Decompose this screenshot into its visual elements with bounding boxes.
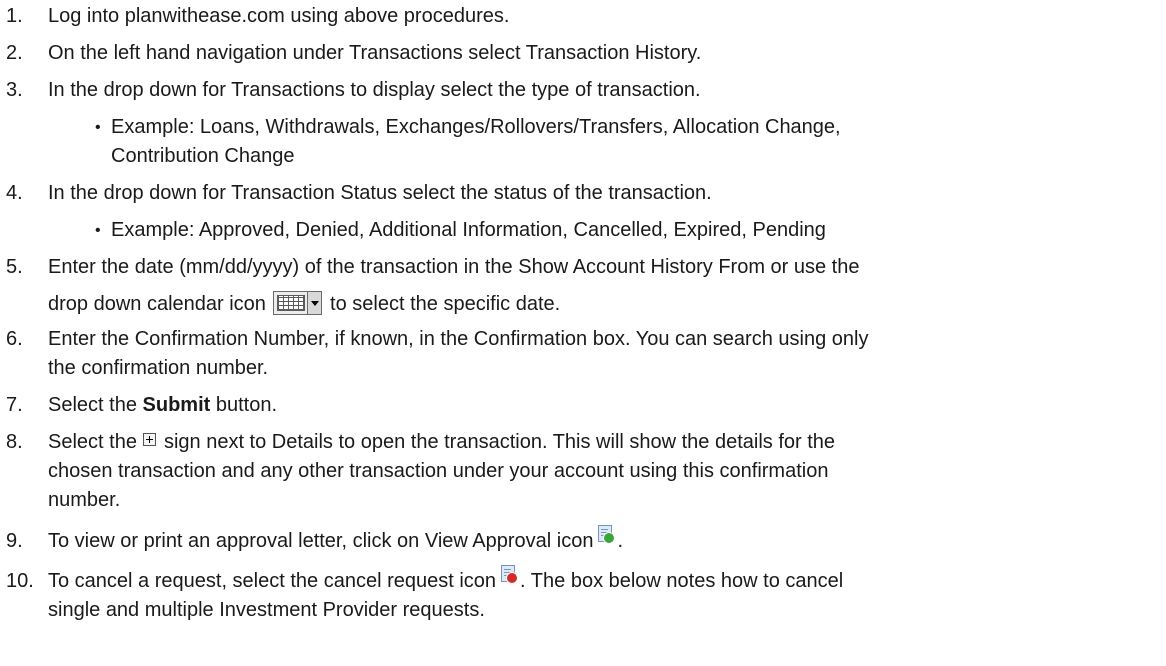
step-text-end: . The box below notes how to cancel xyxy=(520,570,844,592)
step-number: 5. xyxy=(6,256,23,278)
step-number: 2. xyxy=(6,42,23,64)
bullet: • xyxy=(95,222,101,239)
step-text: To view or print an approval letter, cli… xyxy=(48,525,1150,556)
calendar-dropdown-icon[interactable] xyxy=(273,290,323,315)
step-line-1: Enter the Confirmation Number, if known,… xyxy=(48,328,869,350)
step-text: Enter the date (mm/dd/yyyy) of the trans… xyxy=(48,253,1150,319)
step-text-end: . xyxy=(617,530,624,552)
step-text-start: To view or print an approval letter, cli… xyxy=(48,530,594,552)
cancel-request-icon[interactable] xyxy=(500,565,519,585)
step-text-end: button. xyxy=(215,394,278,416)
example-text: Example: Loans, Withdrawals, Exchanges/R… xyxy=(111,113,1150,171)
example-line-2: Contribution Change xyxy=(111,145,295,167)
step-line-3: number. xyxy=(48,489,121,511)
view-approval-icon[interactable] xyxy=(597,525,616,545)
step-text: Select the sign next to Details to open t… xyxy=(48,428,1150,515)
expand-plus-icon[interactable] xyxy=(142,433,156,447)
example-line-1: Example: Loans, Withdrawals, Exchanges/R… xyxy=(111,116,841,138)
step-number: 1. xyxy=(6,5,23,27)
step-number: 9. xyxy=(6,530,23,552)
submit-label: Submit xyxy=(142,394,211,416)
step-text: In the drop down for Transaction Status … xyxy=(48,182,712,204)
step-line-2: drop down calendar icon xyxy=(48,293,266,315)
step-line-1: Enter the date (mm/dd/yyyy) of the trans… xyxy=(48,256,860,278)
step-number: 6. xyxy=(6,328,23,350)
step-text-start: To cancel a request, select the cancel r… xyxy=(48,570,497,592)
step-text-start: Select the xyxy=(48,431,137,453)
step-text-start: Select the xyxy=(48,394,137,416)
step-line-2: the confirmation number. xyxy=(48,357,269,379)
step-text-end: sign next to Details to open the transac… xyxy=(163,431,836,453)
step-number: 4. xyxy=(6,182,23,204)
step-text: Select the Submit button. xyxy=(48,391,1150,420)
step-number: 3. xyxy=(6,79,23,101)
step-line-2: single and multiple Investment Provider … xyxy=(48,599,485,621)
step-number: 7. xyxy=(6,394,23,416)
step-text: Log into planwithease.com using above pr… xyxy=(48,5,510,27)
example-text: Example: Approved, Denied, Additional In… xyxy=(111,219,826,241)
bullet: • xyxy=(95,119,101,136)
step-text: In the drop down for Transactions to dis… xyxy=(48,79,701,101)
step-text: Enter the Confirmation Number, if known,… xyxy=(48,325,1150,383)
step-text: On the left hand navigation under Transa… xyxy=(48,42,702,64)
step-number: 8. xyxy=(6,431,23,453)
step-line-2: chosen transaction and any other transac… xyxy=(48,460,829,482)
step-line-2-end: to select the specific date. xyxy=(330,293,561,315)
step-text: To cancel a request, select the cancel r… xyxy=(48,565,1150,625)
instruction-document: 1. Log into planwithease.com using above… xyxy=(0,0,1166,666)
step-number: 10. xyxy=(6,570,34,592)
